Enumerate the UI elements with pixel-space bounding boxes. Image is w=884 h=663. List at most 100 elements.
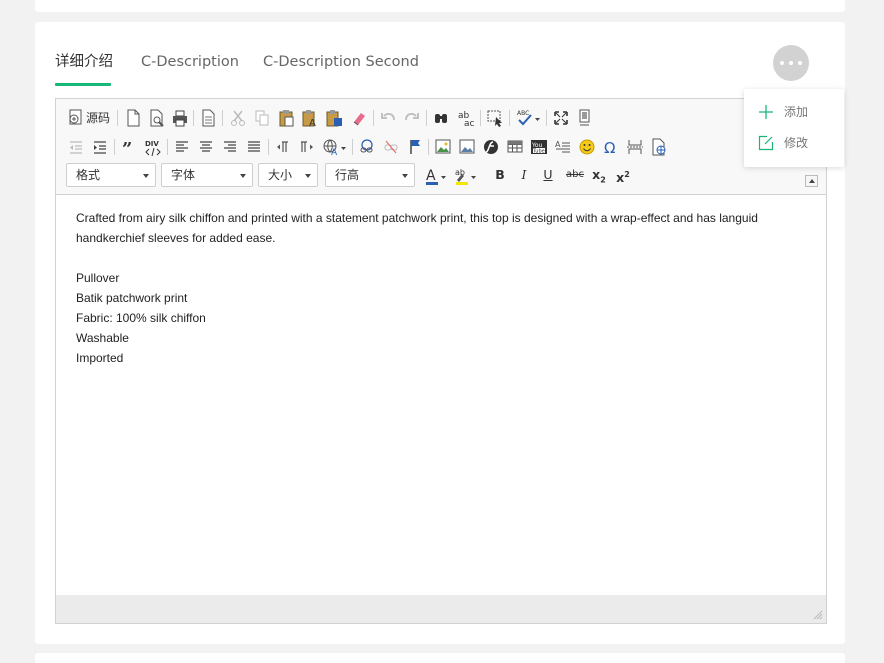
active-tab-indicator [55, 83, 111, 86]
unlink-icon[interactable] [382, 137, 400, 157]
source-button[interactable]: 源码 [86, 109, 110, 127]
content-paragraph [76, 248, 806, 268]
youtube-icon[interactable]: You Tube [530, 137, 548, 157]
toolbar-separator [167, 139, 168, 155]
strikethrough-button[interactable]: abc [564, 165, 586, 185]
previous-card [35, 0, 845, 12]
paste-word-icon[interactable] [325, 108, 343, 128]
find-icon[interactable] [432, 108, 450, 128]
horizontal-rule-icon[interactable]: A [554, 137, 572, 157]
editor-toolbar: 源码 A ab ac ABC ” DIV A You Tube A Ω 格式 字… [56, 99, 826, 195]
resize-grip-icon[interactable] [813, 610, 823, 620]
paste-text-icon[interactable]: A [301, 108, 319, 128]
chevron-down-icon [240, 174, 246, 178]
text-color-icon[interactable]: A [424, 166, 450, 186]
rich-text-editor: 源码 A ab ac ABC ” DIV A You Tube A Ω 格式 字… [55, 98, 827, 624]
show-blocks-icon[interactable] [576, 108, 594, 128]
text-direction-ltr-icon[interactable] [274, 137, 292, 157]
text-direction-rtl-icon[interactable] [298, 137, 316, 157]
toolbar-separator [480, 110, 481, 126]
ellipsis-dot [789, 61, 793, 65]
edit-icon [758, 135, 774, 151]
tab-c-description-second[interactable]: C-Description Second [263, 52, 419, 72]
toolbar-separator [222, 110, 223, 126]
justify-icon[interactable] [245, 137, 263, 157]
replace-icon[interactable]: ab ac [456, 108, 476, 128]
toolbar-separator [352, 139, 353, 155]
spellcheck-icon[interactable]: ABC [516, 108, 542, 128]
special-char-icon[interactable]: Ω [602, 137, 620, 157]
font-select[interactable]: 字体 [161, 163, 253, 187]
select-all-icon[interactable] [486, 108, 504, 128]
superscript-button[interactable]: x2 [615, 165, 631, 185]
svg-text:”: ” [122, 139, 132, 157]
copy-icon[interactable] [253, 108, 271, 128]
svg-text:Tube: Tube [532, 149, 545, 155]
more-options-button[interactable] [773, 45, 809, 81]
background-color-icon[interactable]: ab [454, 166, 480, 186]
toolbar-separator [509, 110, 510, 126]
iframe-icon[interactable] [650, 137, 668, 157]
underline-button[interactable]: U [540, 165, 556, 185]
source-icon[interactable] [67, 108, 85, 128]
format-select[interactable]: 格式 [66, 163, 156, 187]
editor-content[interactable]: Crafted from airy silk chiffon and print… [56, 196, 826, 595]
page-break-icon[interactable] [626, 137, 644, 157]
svg-text:A: A [426, 168, 436, 184]
description-card: 详细介绍 C-Description C-Description Second … [35, 22, 845, 644]
menu-item-label: 修改 [784, 136, 809, 150]
indent-icon[interactable] [91, 137, 109, 157]
blockquote-icon[interactable]: ” [120, 137, 138, 157]
table-icon[interactable] [506, 137, 524, 157]
content-paragraph: Imported [76, 351, 124, 365]
maximize-icon[interactable] [552, 108, 570, 128]
size-select[interactable]: 大小 [258, 163, 318, 187]
create-div-icon[interactable]: DIV [144, 137, 162, 157]
outdent-icon[interactable] [67, 137, 85, 157]
link-icon[interactable] [358, 137, 376, 157]
image-icon[interactable] [434, 137, 452, 157]
subscript-button[interactable]: x2 [591, 165, 607, 185]
toolbar-separator [546, 110, 547, 126]
line-height-select[interactable]: 行高 [325, 163, 415, 187]
italic-button[interactable]: I [516, 165, 532, 185]
font-select-value: 字体 [171, 168, 196, 182]
toolbar-separator [117, 110, 118, 126]
cut-icon[interactable] [229, 108, 247, 128]
tab-detail[interactable]: 详细介绍 [55, 52, 113, 72]
tab-c-description[interactable]: C-Description [141, 52, 239, 72]
content-paragraph: Pullover [76, 271, 120, 285]
anchor-icon[interactable] [406, 137, 424, 157]
svg-text:A: A [555, 140, 561, 149]
align-left-icon[interactable] [173, 137, 191, 157]
menu-item-label: 添加 [784, 105, 809, 119]
redo-icon[interactable] [403, 108, 421, 128]
bold-button[interactable]: B [492, 165, 508, 185]
language-icon[interactable]: A [322, 137, 348, 157]
undo-icon[interactable] [379, 108, 397, 128]
image-alt-icon[interactable] [458, 137, 476, 157]
new-page-icon[interactable] [124, 108, 142, 128]
flash-icon[interactable] [482, 137, 500, 157]
smiley-icon[interactable] [578, 137, 596, 157]
remove-format-icon[interactable] [350, 108, 368, 128]
align-right-icon[interactable] [221, 137, 239, 157]
plus-icon [759, 105, 773, 119]
line-height-select-value: 行高 [335, 168, 360, 182]
chevron-down-icon [143, 174, 149, 178]
templates-icon[interactable] [199, 108, 217, 128]
chevron-down-icon [305, 174, 311, 178]
ellipsis-icon [780, 61, 784, 65]
align-center-icon[interactable] [197, 137, 215, 157]
print-icon[interactable] [171, 108, 189, 128]
chevron-down-icon [402, 174, 408, 178]
toolbar-separator [426, 110, 427, 126]
paste-icon[interactable] [277, 108, 295, 128]
content-paragraph: Batik patchwork print [76, 291, 188, 305]
preview-icon[interactable] [148, 108, 166, 128]
content-paragraph: Fabric: 100% silk chiffon [76, 311, 206, 325]
collapse-toolbar-button[interactable] [805, 175, 818, 187]
toolbar-separator [268, 139, 269, 155]
more-options-menu: 添加 修改 [744, 89, 844, 167]
toolbar-separator [193, 110, 194, 126]
